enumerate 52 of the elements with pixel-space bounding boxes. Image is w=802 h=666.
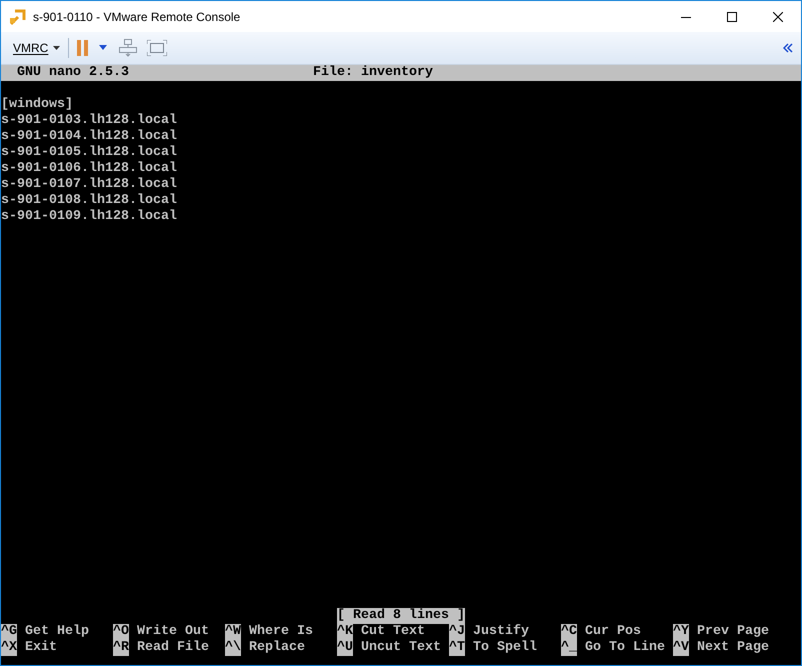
shortcut-label: Read File [137,640,209,656]
text-line: [windows] [1,96,73,113]
shortcut-key: ^V [673,640,689,656]
shortcut-key: ^\ [225,640,241,656]
text-line: s-901-0105.lh128.local [1,144,177,161]
shortcut-label: Prev Page [697,624,769,640]
shortcut-key: ^J [449,624,465,640]
text-line: s-901-0107.lh128.local [1,176,177,193]
shortcut-key: ^K [337,624,353,640]
network-icon[interactable] [119,38,138,57]
pause-button[interactable] [77,40,90,56]
text-line: s-901-0108.lh128.local [1,192,177,209]
text-line: s-901-0106.lh128.local [1,160,177,177]
caret-icon [53,46,60,50]
editor-version: GNU nano 2.5.3 [17,64,129,81]
shortcut-key: ^U [337,640,353,656]
shortcut-key: ^C [561,624,577,640]
shortcut-label: Replace [249,640,305,656]
shortcut-key: ^O [113,624,129,640]
shortcut-label: Where Is [249,624,313,640]
shortcut-label: Exit [25,640,57,656]
shortcut-key: ^W [225,624,241,640]
text-line: s-901-0109.lh128.local [1,208,177,225]
caret-icon [99,45,108,50]
shortcut-label: Write Out [137,624,209,640]
app-logo-icon [9,8,27,26]
shortcut-label: To Spell [473,640,537,656]
status-message: [ Read 8 lines ] [337,608,465,624]
text-line: s-901-0103.lh128.local [1,112,177,129]
shortcut-label: Go To Line [585,640,665,656]
shortcut-label: Next Page [697,640,769,656]
shortcut-key: ^R [113,640,129,656]
shortcut-key: ^Y [673,624,689,640]
pause-icon [77,40,90,56]
shortcut-label: Uncut Text [361,640,441,656]
shortcut-key: ^G [1,624,17,640]
collapse-icon[interactable] [783,42,793,53]
shortcut-label: Get Help [25,624,89,640]
maximize-icon [727,12,737,22]
vmrc-menu-button[interactable]: VMRC [13,40,60,55]
shortcut-key: ^T [449,640,465,656]
text-line: s-901-0104.lh128.local [1,128,177,145]
file-name: File: inventory [313,64,433,81]
shortcut-key: ^X [1,640,17,656]
pause-dropdown-button[interactable] [99,45,108,50]
shortcut-label: Justify [473,624,529,640]
window-title: s-901-0110 - VMware Remote Console [33,10,240,24]
shortcut-label: Cur Pos [585,624,641,640]
shortcut-key: ^_ [561,640,577,656]
fullscreen-icon[interactable] [147,40,168,56]
close-icon [773,12,783,22]
shortcut-label: Cut Text [361,624,425,640]
